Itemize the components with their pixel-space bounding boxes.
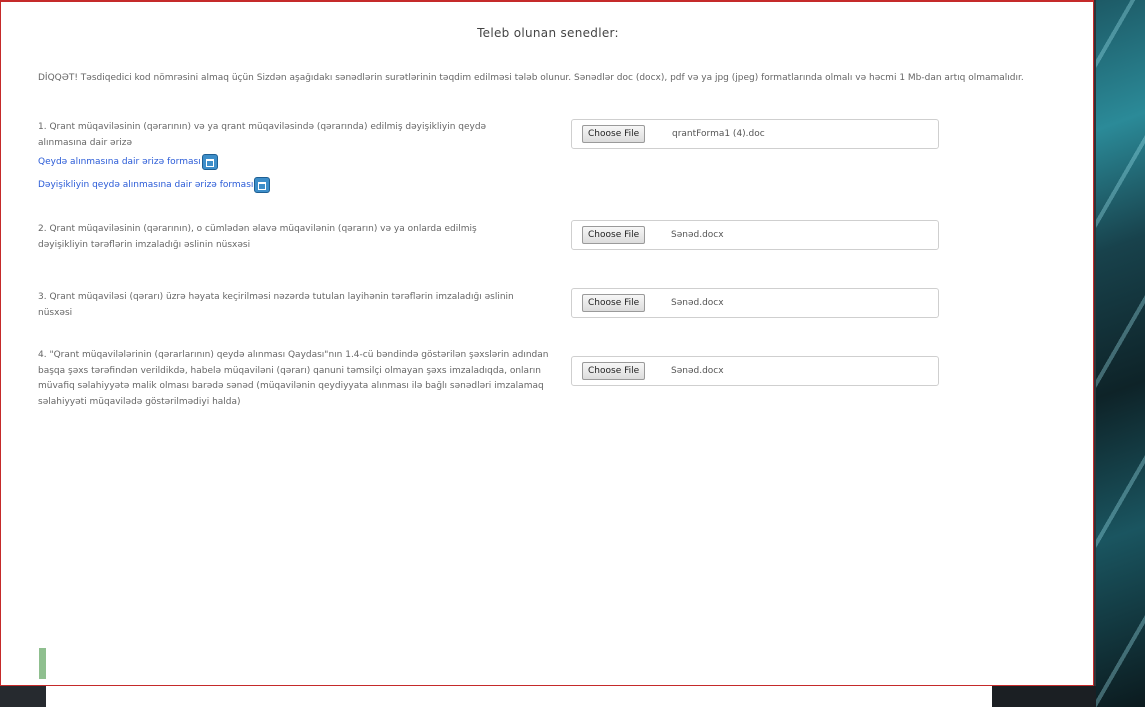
file-input-3[interactable]: Choose File Sənəd.docx (571, 288, 939, 318)
background-bottom-right (992, 686, 1096, 707)
change-form-link[interactable]: Dəyişikliyin qeydə alınmasına dair ərizə… (38, 175, 253, 195)
warning-text: DİQQƏT! Təsdiqedici kod nömrəsini almaq … (38, 73, 1024, 83)
requirement-1-text: 1. Qrant müqaviləsinin (qərarının) və ya… (38, 122, 487, 148)
documents-modal: Teleb olunan senedler: DİQQƏT! Təsdiqedi… (0, 0, 1094, 686)
selected-file-name: Sənəd.docx (671, 298, 724, 308)
file-input-2[interactable]: Choose File Sənəd.docx (571, 220, 939, 250)
choose-file-button[interactable]: Choose File (582, 125, 646, 143)
file-input-4[interactable]: Choose File Sənəd.docx (571, 356, 939, 386)
selected-file-name: Sənəd.docx (671, 366, 724, 376)
selected-file-name: Sənəd.docx (671, 230, 724, 240)
download-icon[interactable] (201, 153, 218, 170)
requirement-1-label: 1. Qrant müqaviləsinin (qərarının) və ya… (38, 120, 543, 195)
download-icon[interactable] (254, 176, 271, 193)
background-bottom-panel (46, 686, 992, 707)
selected-file-name: qrantForma1 (4).doc (672, 129, 765, 139)
background-left (0, 686, 46, 707)
choose-file-button[interactable]: Choose File (582, 362, 646, 380)
modal-title: Teleb olunan senedler: (477, 26, 619, 40)
requirement-4-label: 4. "Qrant müqavilələrinin (qərarlarının)… (38, 350, 549, 407)
registration-form-link[interactable]: Qeydə alınmasına dair ərizə forması (38, 152, 201, 172)
file-input-1[interactable]: Choose File qrantForma1 (4).doc (571, 119, 939, 149)
choose-file-button[interactable]: Choose File (582, 294, 646, 312)
requirement-2-label: 2. Qrant müqaviləsinin (qərarının), o cü… (38, 224, 477, 250)
choose-file-button[interactable]: Choose File (582, 226, 646, 244)
background-stripes (1096, 0, 1145, 707)
requirement-3-label: 3. Qrant müqaviləsi (qərarı) üzrə həyata… (38, 292, 514, 318)
background-button-edge (39, 648, 46, 679)
